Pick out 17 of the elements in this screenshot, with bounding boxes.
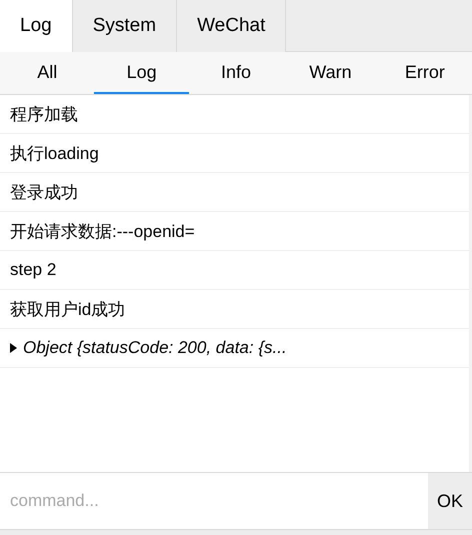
log-message: 登录成功 bbox=[10, 182, 78, 204]
log-message: 程序加载 bbox=[10, 104, 78, 126]
filter-tab[interactable]: All bbox=[0, 52, 94, 94]
tab[interactable]: WeChat bbox=[177, 0, 286, 52]
log-message: Object {statusCode: 200, data: {s... bbox=[23, 338, 287, 358]
log-message: 开始请求数据:---openid= bbox=[10, 220, 195, 242]
log-message: 获取用户id成功 bbox=[10, 298, 126, 320]
filter-tab[interactable]: Info bbox=[188, 52, 284, 94]
command-field[interactable]: command... bbox=[0, 472, 428, 530]
filter-tab[interactable]: Warn bbox=[283, 52, 378, 94]
filter-tab[interactable]: Error bbox=[378, 52, 472, 94]
tab[interactable]: Log bbox=[0, 0, 73, 52]
log-message: step 2 bbox=[10, 260, 56, 280]
tab[interactable]: System bbox=[72, 0, 178, 52]
ok-button[interactable]: OK bbox=[428, 472, 472, 530]
expand-triangle-icon[interactable] bbox=[10, 343, 17, 353]
log-message: 执行loading bbox=[10, 142, 99, 164]
